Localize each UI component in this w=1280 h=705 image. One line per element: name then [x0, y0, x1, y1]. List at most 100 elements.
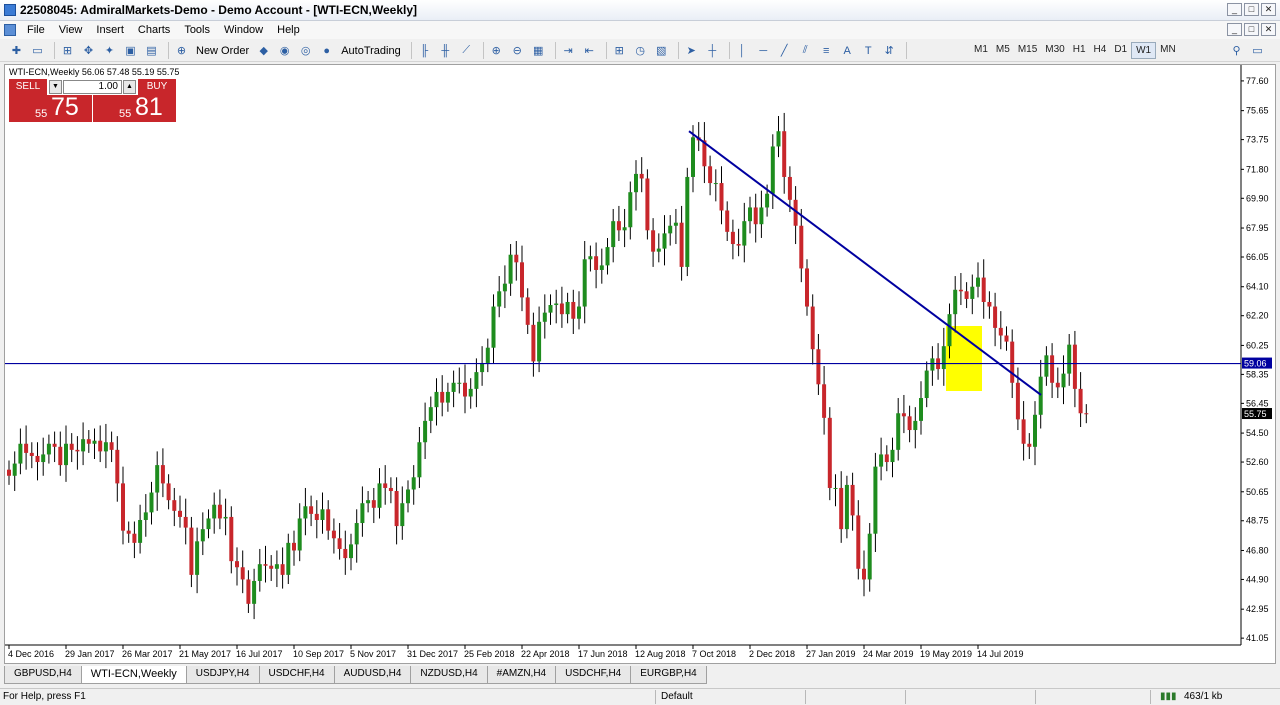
- bull-candle: [451, 370, 456, 408]
- bull-candle: [18, 428, 23, 475]
- data-window-icon[interactable]: ✥: [80, 42, 97, 59]
- chart-tab[interactable]: NZDUSD,H4: [410, 666, 488, 684]
- bull-candle: [919, 381, 923, 435]
- signals-icon[interactable]: ◉: [276, 42, 293, 59]
- menu-insert[interactable]: Insert: [89, 23, 131, 37]
- bear-candle: [217, 489, 222, 530]
- candle-body: [634, 173, 638, 193]
- new-chart-icon[interactable]: ✚: [8, 42, 25, 59]
- chart-tab[interactable]: USDJPY,H4: [185, 666, 260, 684]
- bar-chart-icon[interactable]: ╟: [416, 42, 433, 59]
- chart-tab[interactable]: GBPUSD,H4: [4, 666, 82, 684]
- profiles-icon[interactable]: ▭: [29, 42, 46, 59]
- time-tick-label: 10 Sep 2017: [293, 649, 344, 659]
- trendline-icon[interactable]: ╱: [776, 42, 793, 59]
- fibonacci-icon[interactable]: ≡: [818, 42, 835, 59]
- lot-decrease-button[interactable]: ▼: [49, 80, 62, 94]
- timeframe-m30[interactable]: M30: [1041, 42, 1068, 59]
- timeframe-h4[interactable]: H4: [1090, 42, 1111, 59]
- bull-candle: [930, 346, 935, 386]
- chart-minimize-button[interactable]: _: [1227, 23, 1242, 36]
- horizontal-line-icon[interactable]: ─: [755, 42, 772, 59]
- price-chart[interactable]: 77.60 75.65 73.75 71.80 69.90 67.95 66.05 64.10…: [5, 65, 1275, 663]
- chart-tab[interactable]: EURGBP,H4: [630, 666, 707, 684]
- timeframe-m15[interactable]: M15: [1014, 42, 1041, 59]
- line-chart-icon[interactable]: ⟋: [458, 42, 475, 59]
- bear-candle: [7, 460, 11, 485]
- menu-charts[interactable]: Charts: [131, 23, 177, 37]
- candle-body: [548, 305, 553, 313]
- new-order-button[interactable]: New Order: [196, 45, 249, 57]
- timeframe-h1[interactable]: H1: [1069, 42, 1090, 59]
- buy-price[interactable]: 55 81: [93, 93, 176, 122]
- lot-size-input[interactable]: 1.00: [63, 80, 122, 94]
- terminal-icon[interactable]: ▣: [122, 42, 139, 59]
- candle-body: [958, 289, 963, 292]
- strategy-tester-icon[interactable]: ▤: [143, 42, 160, 59]
- minimize-button[interactable]: _: [1227, 3, 1242, 16]
- vertical-line-icon[interactable]: │: [734, 42, 751, 59]
- maximize-button[interactable]: □: [1244, 3, 1259, 16]
- sell-button[interactable]: SELL: [9, 79, 47, 95]
- zoom-out-icon[interactable]: ⊖: [509, 42, 526, 59]
- candlestick-icon[interactable]: ╫: [437, 42, 454, 59]
- arrows-icon[interactable]: ⇵: [881, 42, 898, 59]
- timeframe-d1[interactable]: D1: [1110, 42, 1131, 59]
- price-tick-label: 62.20: [1246, 311, 1269, 321]
- bear-candle: [24, 425, 29, 470]
- app-icon: [4, 4, 16, 16]
- bear-candle: [440, 375, 445, 417]
- text-label-icon[interactable]: T: [860, 42, 877, 59]
- chart-tab[interactable]: AUDUSD,H4: [333, 666, 412, 684]
- candle-body: [52, 443, 57, 447]
- timeframe-m5[interactable]: M5: [992, 42, 1014, 59]
- search-icon[interactable]: ⚲: [1228, 42, 1245, 59]
- chart-tab[interactable]: USDCHF,H4: [555, 666, 632, 684]
- chart-tab[interactable]: USDCHF,H4: [258, 666, 335, 684]
- market-icon[interactable]: ◆: [255, 42, 272, 59]
- menu-window[interactable]: Window: [217, 23, 270, 37]
- market-watch-icon[interactable]: ⊞: [59, 42, 76, 59]
- periods-icon[interactable]: ◷: [632, 42, 649, 59]
- bear-candle: [987, 291, 992, 319]
- menu-help[interactable]: Help: [270, 23, 307, 37]
- timeframe-w1[interactable]: W1: [1131, 42, 1157, 59]
- chart-tab[interactable]: WTI-ECN,Weekly: [80, 666, 187, 684]
- text-icon[interactable]: A: [839, 42, 856, 59]
- cursor-icon[interactable]: ➤: [683, 42, 700, 59]
- indicators-icon[interactable]: ⊞: [611, 42, 628, 59]
- autotrading-icon[interactable]: ●: [318, 42, 335, 59]
- chart-restore-button[interactable]: □: [1244, 23, 1259, 36]
- tile-windows-icon[interactable]: ▦: [530, 42, 547, 59]
- price-tick-label: 42.95: [1246, 604, 1269, 614]
- zoom-in-icon[interactable]: ⊕: [488, 42, 505, 59]
- menu-tools[interactable]: Tools: [177, 23, 217, 37]
- chart-close-button[interactable]: ✕: [1261, 23, 1276, 36]
- bull-candle: [941, 327, 946, 386]
- timeframe-mn[interactable]: MN: [1156, 42, 1180, 59]
- chat-icon[interactable]: ▭: [1249, 42, 1266, 59]
- new-order-icon[interactable]: ⊕: [173, 42, 190, 59]
- bear-candle: [86, 430, 91, 453]
- chart-shift-icon[interactable]: ⇤: [581, 42, 598, 59]
- metaeditor-icon[interactable]: ◎: [297, 42, 314, 59]
- bear-candle: [1050, 343, 1055, 399]
- close-button[interactable]: ✕: [1261, 3, 1276, 16]
- menu-view[interactable]: View: [52, 23, 90, 37]
- equidistant-channel-icon[interactable]: ⫽: [797, 42, 814, 59]
- bull-candle: [138, 504, 143, 554]
- chart-area[interactable]: 77.60 75.65 73.75 71.80 69.90 67.95 66.05 64.10…: [4, 64, 1276, 664]
- chart-tab[interactable]: #AMZN,H4: [486, 666, 557, 684]
- bull-candle: [468, 378, 473, 409]
- crosshair-icon[interactable]: ┼: [704, 42, 721, 59]
- navigator-icon[interactable]: ✦: [101, 42, 118, 59]
- auto-scroll-icon[interactable]: ⇥: [560, 42, 577, 59]
- lot-increase-button[interactable]: ▲: [123, 80, 136, 94]
- sell-price[interactable]: 55 75: [9, 93, 92, 122]
- trendline[interactable]: [688, 130, 1042, 396]
- autotrading-button[interactable]: AutoTrading: [341, 45, 401, 57]
- candle-body: [873, 466, 878, 534]
- menu-file[interactable]: File: [20, 23, 52, 37]
- templates-icon[interactable]: ▧: [653, 42, 670, 59]
- timeframe-m1[interactable]: M1: [970, 42, 992, 59]
